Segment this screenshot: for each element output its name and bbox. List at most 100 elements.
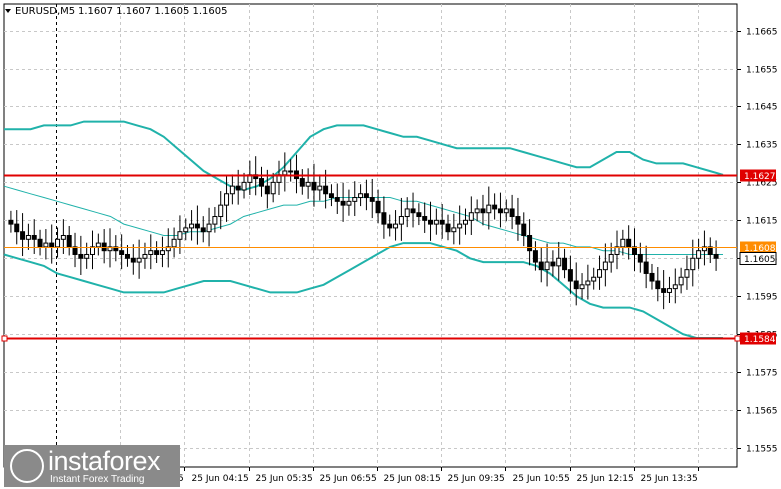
y-tick-label: 1.1555 xyxy=(746,445,778,455)
candle-body xyxy=(299,178,305,187)
candle-body xyxy=(696,250,702,259)
candle-body xyxy=(666,288,672,293)
candle-body xyxy=(241,181,247,191)
candle-body xyxy=(14,223,20,233)
x-tick-label: 25 Jun 08:15 xyxy=(384,474,441,484)
candle-body xyxy=(328,193,334,199)
candle-body xyxy=(177,231,183,240)
candle-body xyxy=(229,185,235,195)
candle-body xyxy=(462,219,468,225)
candle-body xyxy=(334,197,340,202)
candle-body xyxy=(492,204,498,210)
candle-body xyxy=(171,238,177,248)
candle-body xyxy=(49,242,55,248)
watermark-brand: instaforex xyxy=(48,446,161,476)
candle-body xyxy=(445,223,451,233)
candle-body xyxy=(224,193,230,206)
candle-body xyxy=(538,261,544,271)
candle-body xyxy=(474,208,480,214)
candle-body xyxy=(154,250,160,255)
y-tick-label: 1.1595 xyxy=(746,293,778,303)
candle-body xyxy=(404,208,410,218)
candle-body xyxy=(439,219,445,225)
chart-header: EURUSD,M5 1.1607 1.1607 1.1605 1.1605 xyxy=(5,6,228,17)
candle-body xyxy=(497,208,503,214)
candle-body xyxy=(503,208,509,214)
candle-body xyxy=(72,246,78,255)
instaforex-logo-icon xyxy=(10,449,44,483)
candle-body xyxy=(521,223,527,237)
candle-body xyxy=(597,269,603,278)
collapse-triangle-icon[interactable] xyxy=(5,9,11,13)
candle-body xyxy=(626,238,632,248)
candle-body xyxy=(457,223,463,229)
y-tick-label: 1.1565 xyxy=(746,407,778,417)
candle-body xyxy=(159,250,165,255)
candle-body xyxy=(631,246,637,255)
x-tick-label: 25 Jun 13:35 xyxy=(641,474,698,484)
support-anchor-right[interactable] xyxy=(734,335,741,342)
candle-body xyxy=(544,261,550,271)
candle-body xyxy=(25,235,31,240)
candle-body xyxy=(66,235,72,248)
ohlc-readout: 1.1607 1.1607 1.1605 1.1605 xyxy=(78,6,228,17)
candle-body xyxy=(60,235,66,240)
candle-body xyxy=(101,242,107,252)
instaforex-watermark: instaforex Instant Forex Trading xyxy=(4,445,180,487)
candle-body xyxy=(358,193,364,199)
x-tick-label: 25 Jun 09:35 xyxy=(448,474,505,484)
price-chart[interactable]: 1.16651.16551.16451.16351.16251.16151.16… xyxy=(0,0,781,489)
x-tick-label: 25 Jun 04:15 xyxy=(192,474,249,484)
candle-body xyxy=(637,253,643,263)
bollinger-bands xyxy=(3,120,724,339)
candle-body xyxy=(119,250,125,255)
candle-body xyxy=(194,223,200,229)
candle-body xyxy=(567,269,573,282)
candle-body xyxy=(288,170,294,173)
candle-body xyxy=(393,223,399,229)
x-tick-label: 25 Jun 12:15 xyxy=(577,474,634,484)
watermark-tagline: Instant Forex Trading xyxy=(50,474,145,485)
candle-body xyxy=(643,261,649,274)
candle-body xyxy=(136,257,142,263)
candle-body xyxy=(84,253,90,259)
y-tick-label: 1.1645 xyxy=(746,103,778,113)
candle-body xyxy=(37,238,43,248)
lower-band-line xyxy=(3,242,723,339)
candle-body xyxy=(649,272,655,282)
x-tick-label: 25 Jun 05:35 xyxy=(256,474,313,484)
candle-body xyxy=(235,185,241,191)
candle-body xyxy=(387,223,393,229)
candle-body xyxy=(410,208,416,214)
candle-body xyxy=(340,200,346,206)
candle-body xyxy=(270,181,276,195)
plot-frame xyxy=(3,3,738,468)
candle-body xyxy=(189,223,195,229)
candle-body xyxy=(416,212,422,218)
candle-body xyxy=(690,257,696,271)
support-anchor-left[interactable] xyxy=(1,335,8,342)
price-axis[interactable]: 1.16651.16551.16451.16351.16251.16151.16… xyxy=(737,28,778,455)
candle-body xyxy=(707,246,713,255)
candle-body xyxy=(8,219,14,225)
candle-body xyxy=(31,235,37,240)
candle-body xyxy=(259,178,265,187)
candle-body xyxy=(206,223,212,233)
candle-body xyxy=(591,276,597,282)
candle-body xyxy=(317,185,323,191)
candle-body xyxy=(264,185,270,195)
candle-body xyxy=(678,276,684,286)
candle-body xyxy=(451,227,457,233)
symbol-label: EURUSD,M5 xyxy=(15,6,75,17)
candle-body xyxy=(381,212,387,225)
candle-body xyxy=(573,280,579,290)
candle-body xyxy=(375,200,381,214)
candle-body xyxy=(20,231,26,240)
candle-body xyxy=(713,253,719,259)
candle-body xyxy=(311,181,317,191)
candle-body xyxy=(43,242,49,248)
candle-body xyxy=(422,216,428,221)
candle-body xyxy=(532,250,538,263)
candle-body xyxy=(655,280,661,290)
candle-body xyxy=(55,238,61,248)
